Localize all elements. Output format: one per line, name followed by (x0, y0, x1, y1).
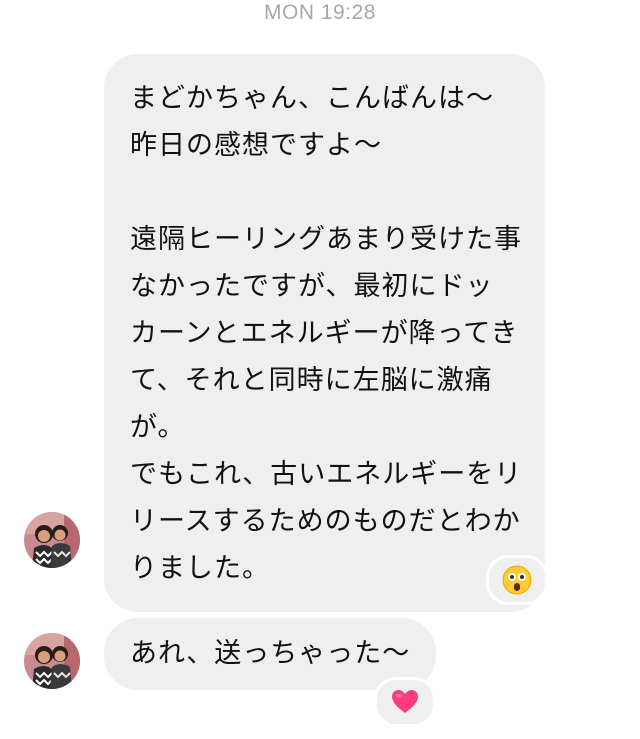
pink-heart-icon (392, 690, 418, 713)
message-line: なかったですが、最初にドッ (130, 271, 494, 302)
message-line: が。 (130, 412, 186, 443)
sender-avatar[interactable] (24, 512, 80, 568)
message-line: 遠隔ヒーリングあまり受けた事 (130, 224, 522, 255)
message-line: まどかちゃん、こんばんは〜 (130, 83, 494, 114)
astonished-face-icon (502, 565, 532, 595)
message-line: て、それと同時に左脳に激痛 (130, 365, 493, 396)
sender-avatar[interactable] (24, 633, 80, 689)
message-line: でもこれ、古いエネルギーをリ (130, 459, 523, 490)
thread-timestamp: MON 19:28 (264, 1, 376, 24)
avatar-photo (24, 512, 80, 568)
message-reaction[interactable] (374, 677, 436, 727)
message-line: カーンとエネルギーが降ってき (130, 318, 519, 349)
message-line: リースするためのものだとわか (130, 506, 521, 537)
avatar-photo (24, 633, 80, 689)
message-bubble[interactable]: まどかちゃん、こんばんは〜 昨日の感想ですよ〜 遠隔ヒーリングあまり受けた事 な… (104, 54, 545, 612)
message-reaction[interactable] (486, 555, 548, 605)
message-line: 昨日の感想ですよ〜 (130, 130, 382, 161)
message-text: あれ、送っちゃった〜 (130, 638, 411, 669)
message-line: りました。 (130, 553, 270, 584)
message-line (130, 169, 523, 216)
